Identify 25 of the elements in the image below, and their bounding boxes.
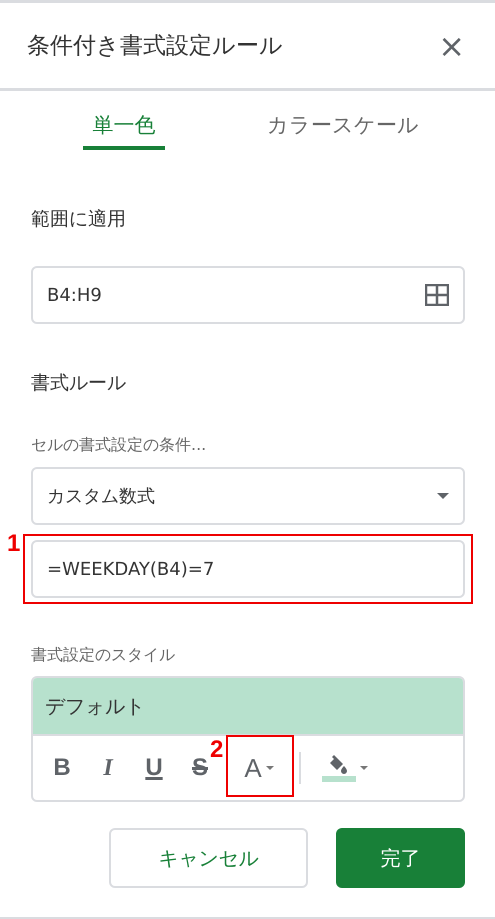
highlight-frame [226,735,294,797]
step-number: 2 [210,738,224,762]
tab[interactable]: カラースケール [243,109,443,150]
dropdown-arrow-icon [437,493,449,499]
condition-dropdown[interactable]: カスタム数式 [31,467,465,525]
italic-button[interactable]: I [89,748,127,788]
grid-icon [425,284,449,306]
style-preview[interactable]: デフォルト [33,678,463,734]
section-heading: 書式ルール [31,371,127,396]
bold-button[interactable]: B [43,748,81,788]
cancel-button[interactable]: キャンセル [109,828,308,888]
formula-field[interactable]: =WEEKDAY(B4)=7 [31,540,465,598]
condition-label: セルの書式設定の条件... [31,435,208,456]
close-button[interactable]: × [438,30,465,62]
range-field[interactable]: B4:H9 [31,266,465,324]
done-button[interactable]: 完了 [336,828,465,888]
caret-icon [266,766,274,770]
panel-title: 条件付き書式設定ルール [27,32,283,61]
style-label: 書式設定のスタイル [31,645,176,666]
text-color-button[interactable]: A [231,748,287,788]
underline-button[interactable]: U [135,748,173,788]
tab[interactable]: 単一色 [83,109,165,150]
step-number: 1 [7,532,20,556]
range-label: 範囲に適用 [31,207,127,232]
caret-icon [360,766,368,770]
